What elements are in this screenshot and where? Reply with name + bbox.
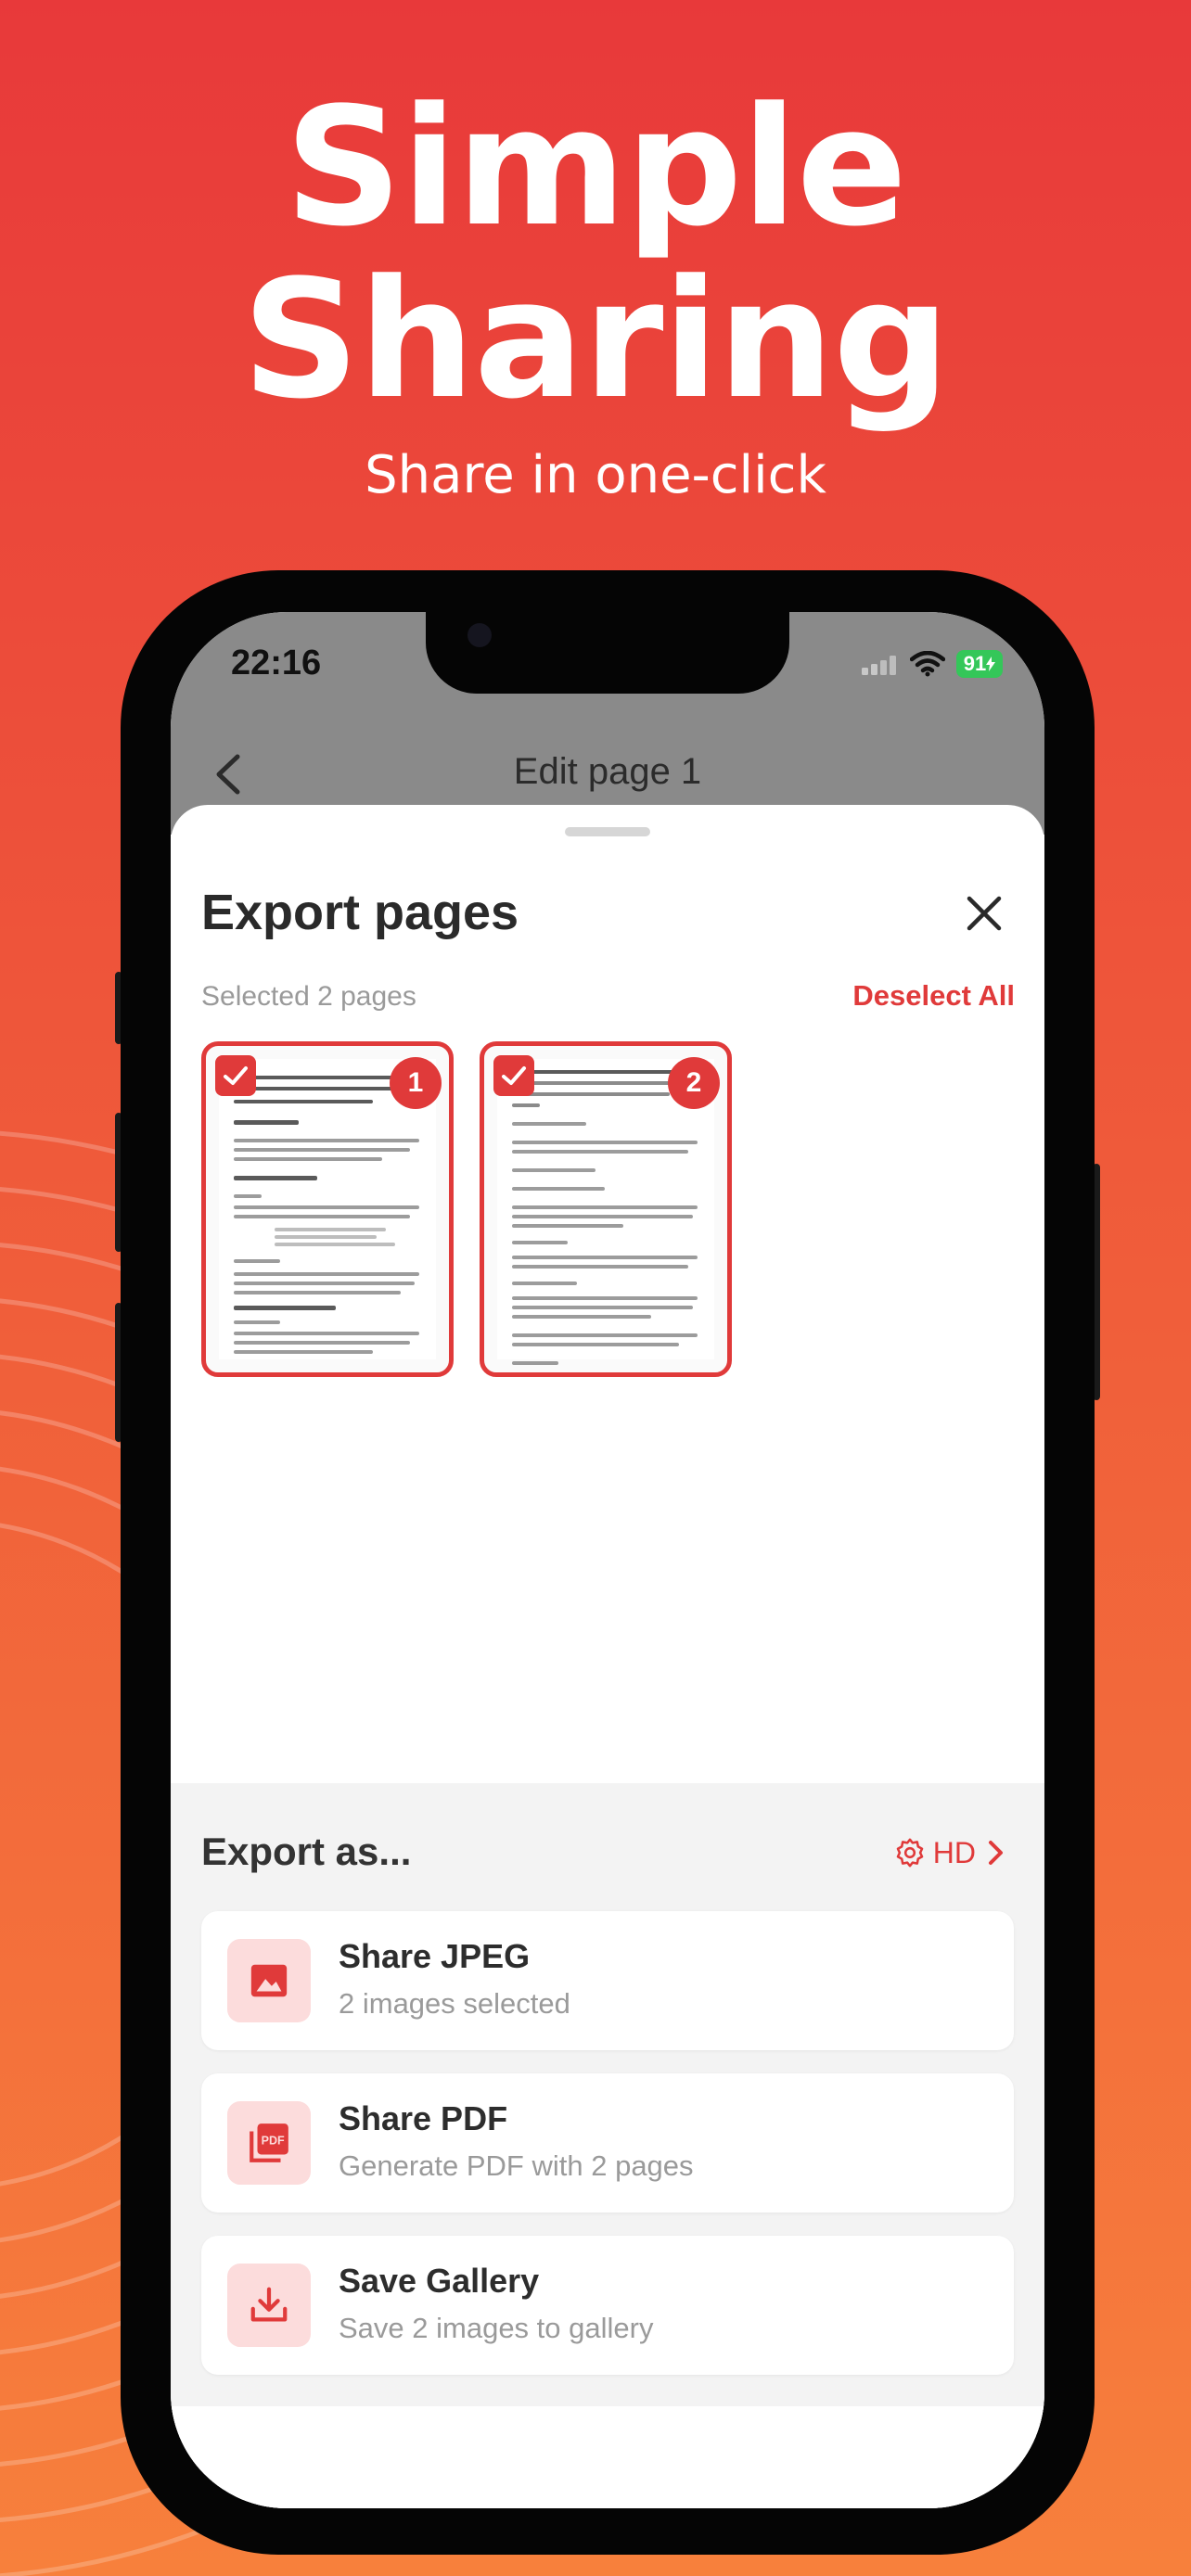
svg-text:PDF: PDF: [262, 2134, 285, 2147]
status-time: 22:16: [231, 644, 322, 682]
pdf-icon: PDF: [250, 2123, 288, 2162]
export-section-title: Export as...: [201, 1830, 412, 1873]
share-jpeg-option[interactable]: Share JPEG 2 images selected: [201, 1911, 1014, 2050]
hero-title-line2: Sharing: [241, 245, 950, 435]
deselect-all-button[interactable]: Deselect All: [852, 979, 1015, 1013]
option-icon-tile: [227, 2264, 311, 2347]
checkmark-icon: [502, 1066, 526, 1085]
page-checkbox[interactable]: [215, 1055, 256, 1096]
nav-title: Edit page 1: [513, 751, 702, 792]
home-indicator-area: [171, 2406, 1044, 2508]
hero-subtitle: Share in one-click: [365, 445, 826, 505]
save-gallery-option[interactable]: Save Gallery Save 2 images to gallery: [201, 2236, 1014, 2375]
option-title: Share JPEG: [339, 1937, 531, 1975]
option-title: Share PDF: [339, 2099, 508, 2137]
status-icons: 91: [862, 649, 1003, 679]
page-checkbox[interactable]: [493, 1055, 534, 1096]
hero-title-line1: Simple: [284, 72, 907, 262]
sheet-title: Export pages: [201, 885, 519, 940]
phone-notch: [426, 612, 789, 694]
page-number-badge: 1: [390, 1057, 442, 1109]
gear-icon: [896, 1838, 924, 1868]
wifi-icon: [910, 651, 945, 677]
option-title: Save Gallery: [339, 2262, 540, 2300]
share-pdf-option[interactable]: PDF Share PDF Generate PDF with 2 pages: [201, 2073, 1014, 2213]
phone-screen: 22:16 91 Edit page 1 Export pages Select…: [171, 612, 1044, 2508]
close-icon[interactable]: [964, 893, 1005, 934]
image-icon: [250, 1964, 288, 1997]
option-subtitle: Save 2 images to gallery: [339, 2312, 654, 2344]
option-icon-tile: [227, 1939, 311, 2022]
option-icon-tile: PDF: [227, 2101, 311, 2185]
charging-bolt-icon: [986, 657, 996, 671]
checkmark-icon: [224, 1066, 248, 1085]
sheet-grabber[interactable]: [565, 827, 650, 836]
page-thumbnail[interactable]: 2: [480, 1041, 732, 1377]
battery-level: 91: [963, 652, 987, 675]
option-subtitle: Generate PDF with 2 pages: [339, 2149, 694, 2182]
selected-count: Selected 2 pages: [201, 981, 416, 1012]
cellular-signal-icon: [862, 656, 896, 675]
export-pages-sheet: Export pages Selected 2 pages Deselect A…: [171, 805, 1044, 2508]
export-as-section: Export as... HD Share JPEG 2 images sele…: [171, 1783, 1044, 2508]
hero-title: Simple Sharing: [0, 82, 1191, 427]
quality-hd-button[interactable]: HD: [894, 1830, 1007, 1876]
front-camera: [467, 623, 492, 647]
battery-indicator: 91: [956, 650, 1003, 678]
download-icon: [250, 2287, 288, 2322]
page-number-badge: 2: [668, 1057, 720, 1109]
quality-label: HD: [932, 1835, 976, 1869]
chevron-right-icon: [989, 1841, 1003, 1865]
option-subtitle: 2 images selected: [339, 1987, 570, 2020]
page-thumbnail[interactable]: 1: [201, 1041, 454, 1377]
